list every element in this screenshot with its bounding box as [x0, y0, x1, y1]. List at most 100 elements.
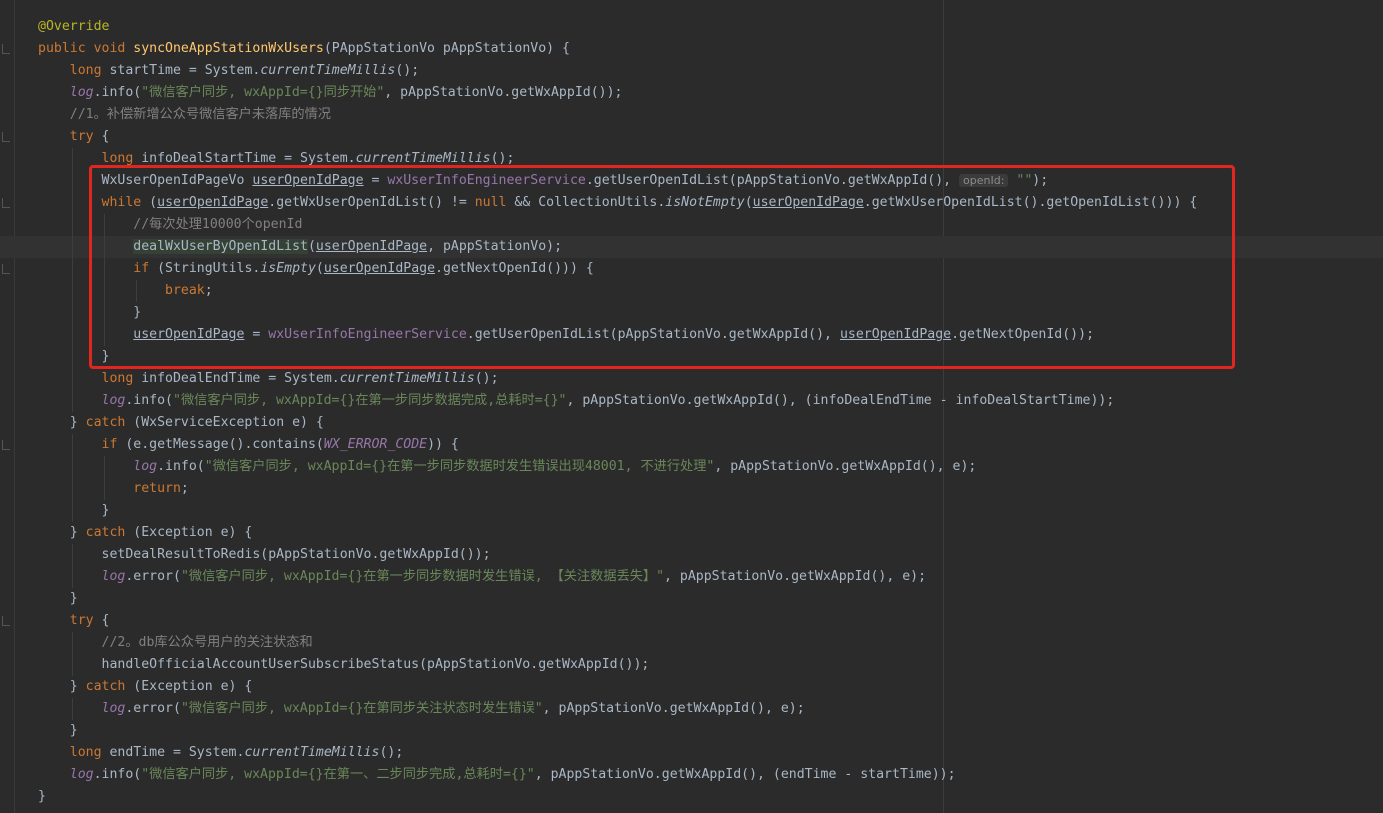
code-token: try: [69, 129, 102, 144]
code-line[interactable]: } catch (WxServiceException e) {: [0, 412, 1383, 434]
code-line[interactable]: long endTime = System.currentTimeMillis(…: [0, 742, 1383, 764]
code-line[interactable]: } catch (Exception e) {: [0, 676, 1383, 698]
code-line[interactable]: @Override: [0, 16, 1383, 38]
code-text: log.error("微信客户同步, wxAppId={}在第一步同步数据时发生…: [38, 566, 927, 588]
code-text: break;: [38, 280, 213, 302]
code-token: .info(: [93, 767, 142, 782]
code-line[interactable]: log.info("微信客户同步, wxAppId={}在第一步同步数据完成,总…: [0, 390, 1383, 412]
code-token: }: [38, 525, 86, 540]
code-token: ();: [395, 63, 420, 78]
code-text: //2。db库公众号用户的关注状态和: [38, 632, 313, 654]
code-token: }: [38, 503, 110, 518]
code-text: }: [38, 346, 110, 368]
fold-marker-icon[interactable]: [2, 440, 10, 450]
fold-marker-icon[interactable]: [2, 264, 10, 274]
code-token: "微信客户同步, wxAppId={}在第一步同步数据时发生错误出现48001,…: [204, 459, 715, 474]
code-text: log.info("微信客户同步, wxAppId={}在第一步同步数据时发生错…: [38, 456, 976, 478]
parameter-hint: openId:: [959, 174, 1009, 187]
code-line[interactable]: WxUserOpenIdPageVo userOpenIdPage = wxUs…: [0, 170, 1383, 192]
code-text: long infoDealEndTime = System.currentTim…: [38, 368, 499, 390]
code-text: } catch (Exception e) {: [38, 676, 253, 698]
code-line[interactable]: log.info("微信客户同步, wxAppId={}在第一、二步同步完成,总…: [0, 764, 1383, 786]
code-line[interactable]: dealWxUserByOpenIdList(userOpenIdPage, p…: [0, 236, 1383, 258]
code-line[interactable]: break;: [0, 280, 1383, 302]
code-token: currentTimeMillis: [355, 151, 491, 166]
code-token: log: [101, 569, 126, 584]
code-text: }: [38, 720, 78, 742]
code-line[interactable]: } catch (Exception e) {: [0, 522, 1383, 544]
code-token: {: [101, 613, 110, 628]
code-token: log: [101, 701, 126, 716]
code-token: (: [315, 261, 324, 276]
code-token: userOpenIdPage: [252, 173, 364, 188]
code-token: dealWxUserByOpenIdList: [133, 239, 308, 254]
code-token: .getNextOpenId());: [951, 327, 1095, 342]
code-token: =: [244, 327, 269, 342]
fold-marker-icon[interactable]: [2, 198, 10, 208]
code-text: WxUserOpenIdPageVo userOpenIdPage = wxUs…: [38, 170, 1049, 192]
code-line[interactable]: if (e.getMessage().contains(WX_ERROR_COD…: [0, 434, 1383, 456]
code-line[interactable]: }: [0, 500, 1383, 522]
code-line[interactable]: }: [0, 346, 1383, 368]
code-token: break: [165, 283, 205, 298]
code-line[interactable]: log.error("微信客户同步, wxAppId={}在第一步同步数据时发生…: [0, 566, 1383, 588]
code-line[interactable]: //1。补偿新增公众号微信客户未落库的情况: [0, 104, 1383, 126]
code-line[interactable]: while (userOpenIdPage.getWxUserOpenIdLis…: [0, 192, 1383, 214]
code-text: log.info("微信客户同步, wxAppId={}在第一步同步数据完成,总…: [38, 390, 1115, 412]
code-line[interactable]: log.info("微信客户同步, wxAppId={}在第一步同步数据时发生错…: [0, 456, 1383, 478]
code-line[interactable]: if (StringUtils.isEmpty(userOpenIdPage.g…: [0, 258, 1383, 280]
code-token: wxUserInfoEngineerService: [268, 327, 467, 342]
code-token: (Exception e) {: [133, 679, 253, 694]
code-line[interactable]: }: [0, 588, 1383, 610]
fold-marker-icon[interactable]: [2, 44, 10, 54]
code-line[interactable]: log.error("微信客户同步, wxAppId={}在第同步关注状态时发生…: [0, 698, 1383, 720]
code-text: //每次处理10000个openId: [38, 214, 302, 236]
code-line[interactable]: userOpenIdPage = wxUserInfoEngineerServi…: [0, 324, 1383, 346]
code-token: userOpenIdPage: [315, 239, 428, 254]
code-token: userOpenIdPage: [133, 327, 245, 342]
code-line[interactable]: public void syncOneAppStationWxUsers(PAp…: [0, 38, 1383, 60]
code-token: isNotEmpty: [665, 195, 745, 210]
fold-marker-icon[interactable]: [2, 616, 10, 626]
code-text: try {: [38, 126, 110, 148]
code-text: }: [38, 500, 110, 522]
code-line[interactable]: handleOfficialAccountUserSubscribeStatus…: [0, 654, 1383, 676]
code-line[interactable]: setDealResultToRedis(pAppStationVo.getWx…: [0, 544, 1383, 566]
code-token: syncOneAppStationWxUsers: [133, 41, 324, 56]
code-token: (StringUtils.: [157, 261, 261, 276]
fold-marker-icon[interactable]: [2, 132, 10, 142]
code-line[interactable]: long infoDealStartTime = System.currentT…: [0, 148, 1383, 170]
code-token: //2。db库公众号用户的关注状态和: [101, 635, 313, 650]
code-token: (PAppStationVo pAppStationVo) {: [323, 41, 570, 56]
code-line[interactable]: //2。db库公众号用户的关注状态和: [0, 632, 1383, 654]
code-line[interactable]: try {: [0, 610, 1383, 632]
code-text: @Override: [38, 16, 109, 38]
code-token: infoDealStartTime = System.: [141, 151, 356, 166]
code-line[interactable]: log.info("微信客户同步, wxAppId={}同步开始", pAppS…: [0, 82, 1383, 104]
code-token: "微信客户同步, wxAppId={}同步开始": [141, 85, 385, 100]
code-line[interactable]: //每次处理10000个openId: [0, 214, 1383, 236]
code-text: if (StringUtils.isEmpty(userOpenIdPage.g…: [38, 258, 594, 280]
code-line[interactable]: }: [0, 786, 1383, 808]
code-text: public void syncOneAppStationWxUsers(PAp…: [38, 38, 570, 60]
code-token: ;: [204, 283, 213, 298]
code-line[interactable]: }: [0, 720, 1383, 742]
code-token: (e.getMessage().contains(: [125, 437, 324, 452]
code-line[interactable]: return;: [0, 478, 1383, 500]
code-text: log.error("微信客户同步, wxAppId={}在第同步关注状态时发生…: [38, 698, 805, 720]
code-line[interactable]: }: [0, 302, 1383, 324]
code-token: endTime = System.: [109, 745, 245, 760]
code-editor[interactable]: @Override public void syncOneAppStationWx…: [0, 0, 1383, 813]
code-line[interactable]: long infoDealEndTime = System.currentTim…: [0, 368, 1383, 390]
code-line[interactable]: try {: [0, 126, 1383, 148]
code-line[interactable]: long startTime = System.currentTimeMilli…: [0, 60, 1383, 82]
code-token: try: [69, 613, 102, 628]
